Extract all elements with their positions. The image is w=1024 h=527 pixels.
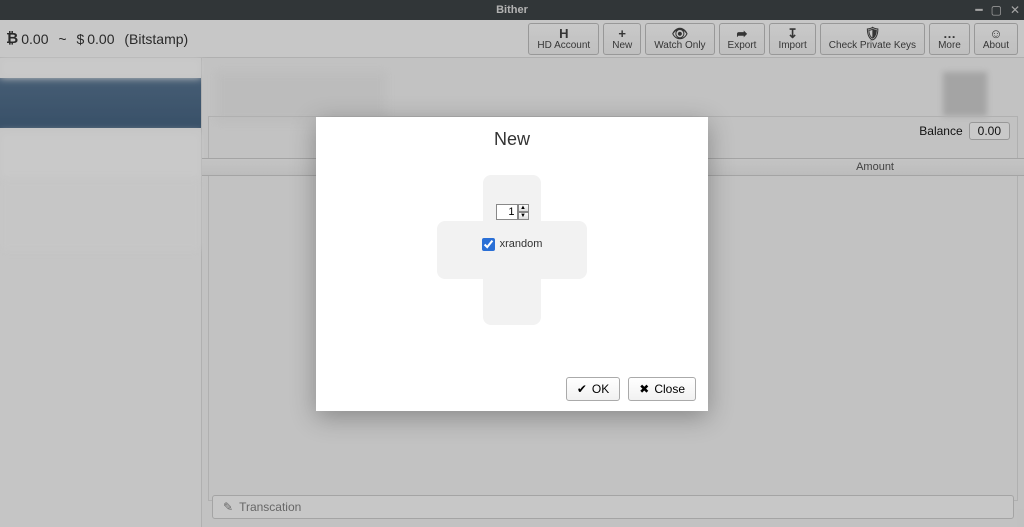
- ok-button[interactable]: ✔ OK: [566, 377, 620, 401]
- close-label: Close: [654, 382, 685, 396]
- xrandom-row[interactable]: xrandom: [482, 238, 543, 251]
- xrandom-checkbox[interactable]: [482, 238, 495, 251]
- new-dialog: New ▲ ▼ xrandom ✔ OK ✖ Close: [316, 117, 708, 411]
- xrandom-label: xrandom: [500, 238, 543, 250]
- dialog-buttons: ✔ OK ✖ Close: [566, 377, 696, 401]
- check-icon: ✔: [577, 382, 587, 396]
- count-input[interactable]: [496, 204, 518, 220]
- ok-label: OK: [592, 382, 609, 396]
- dialog-title: New: [494, 129, 530, 150]
- spinner-up-icon[interactable]: ▲: [518, 204, 529, 212]
- close-button[interactable]: ✖ Close: [628, 377, 696, 401]
- count-spinner[interactable]: ▲ ▼: [496, 204, 529, 220]
- close-icon: ✖: [639, 382, 649, 396]
- modal-overlay: New ▲ ▼ xrandom ✔ OK ✖ Close: [0, 0, 1024, 527]
- spinner-down-icon[interactable]: ▼: [518, 212, 529, 220]
